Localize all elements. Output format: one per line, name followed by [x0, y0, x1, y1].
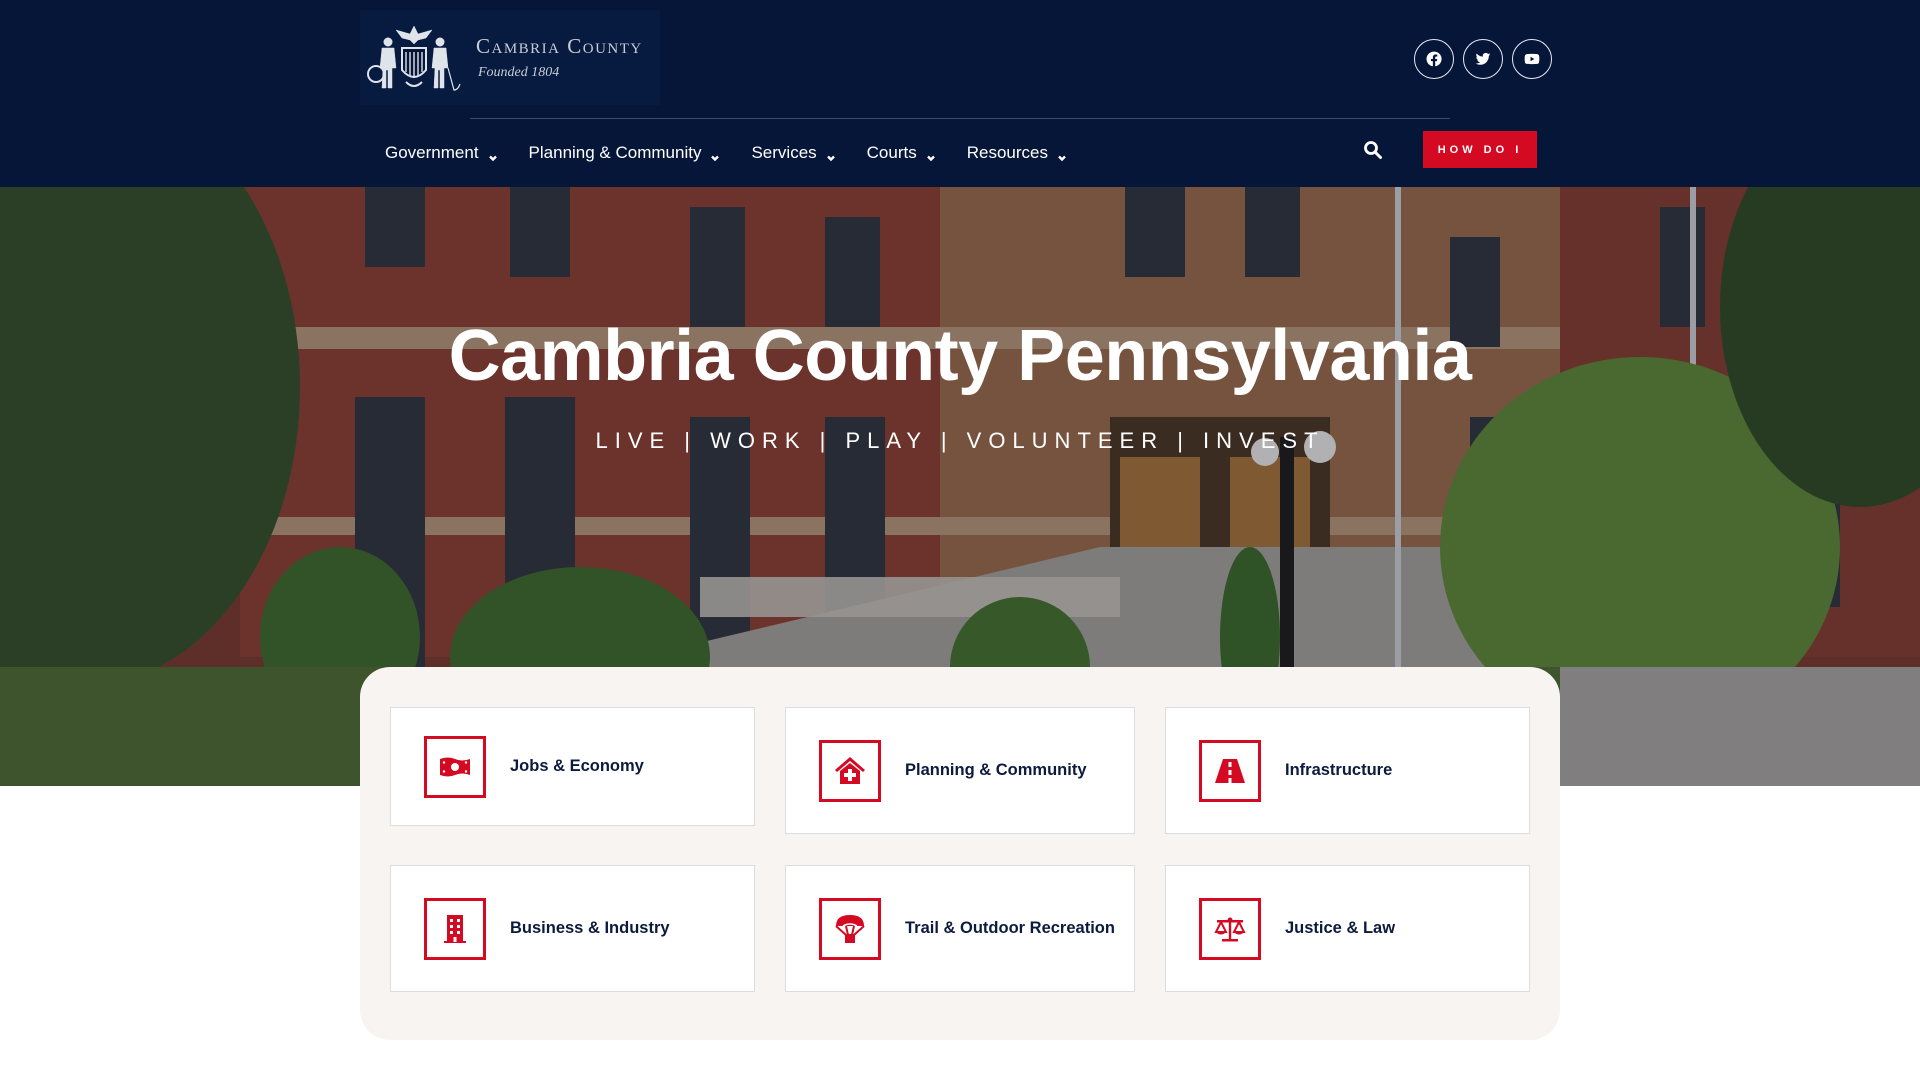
- nav-label: Services: [751, 143, 817, 162]
- twitter-icon: [1475, 52, 1491, 65]
- building-icon: [444, 914, 466, 943]
- category-card-trail-outdoor-recreation[interactable]: Trail & Outdoor Recreation: [785, 865, 1135, 992]
- icon-box: [424, 897, 486, 960]
- chevron-down-icon: [826, 148, 836, 162]
- balance-scale-icon: [1214, 917, 1246, 941]
- category-label: Infrastructure: [1285, 761, 1393, 779]
- icon-box: [819, 897, 881, 960]
- hero-subtitle: LIVE | WORK | PLAY | VOLUNTEER | INVEST: [595, 428, 1325, 453]
- twitter-link[interactable]: [1463, 39, 1503, 79]
- youtube-icon: [1524, 53, 1540, 65]
- nav-label: Resources: [966, 143, 1048, 162]
- chevron-down-icon: [488, 148, 498, 162]
- logo-tagline: Founded 1804: [478, 65, 560, 80]
- chevron-down-icon: [710, 148, 720, 162]
- category-card-infrastructure[interactable]: Infrastructure: [1165, 707, 1530, 834]
- category-label: Justice & Law: [1285, 919, 1396, 937]
- icon-box: [424, 735, 486, 798]
- facebook-icon: [1426, 51, 1442, 67]
- category-label: Jobs & Economy: [510, 757, 644, 775]
- main-nav: Government Planning & Community Services…: [385, 141, 1098, 165]
- category-card-justice-law[interactable]: Justice & Law: [1165, 865, 1530, 992]
- nav-item-courts[interactable]: Courts: [867, 143, 936, 163]
- icon-box: [1199, 739, 1261, 802]
- category-label: Trail & Outdoor Recreation: [905, 919, 1115, 937]
- nav-item-services[interactable]: Services: [751, 143, 835, 163]
- header-divider: [470, 118, 1450, 119]
- how-do-i-button[interactable]: HOW DO I: [1423, 131, 1537, 168]
- category-label: Planning & Community: [905, 761, 1087, 779]
- facebook-link[interactable]: [1414, 39, 1454, 79]
- category-panel: Jobs & Economy Planning & Community Infr…: [360, 667, 1560, 1040]
- search-button[interactable]: [1363, 140, 1385, 162]
- search-icon: [1364, 141, 1382, 159]
- nav-label: Courts: [866, 143, 917, 162]
- chevron-down-icon: [1057, 148, 1067, 162]
- chevron-down-icon: [926, 148, 936, 162]
- nav-item-planning-community[interactable]: Planning & Community: [529, 143, 721, 163]
- county-seal-icon: [367, 24, 461, 91]
- category-card-jobs-economy[interactable]: Jobs & Economy: [390, 707, 755, 826]
- site-logo[interactable]: Cambria County Founded 1804: [360, 10, 660, 105]
- money-bill-icon: [440, 757, 470, 776]
- youtube-link[interactable]: [1512, 39, 1552, 79]
- nav-label: Planning & Community: [528, 143, 702, 162]
- category-label: Business & Industry: [510, 919, 670, 937]
- site-header: Cambria County Founded 1804 Government P…: [0, 0, 1920, 187]
- icon-box: [819, 739, 881, 802]
- category-card-planning-community[interactable]: Planning & Community: [785, 707, 1135, 834]
- nav-item-government[interactable]: Government: [385, 143, 498, 163]
- house-medical-icon: [835, 756, 865, 784]
- nav-item-resources[interactable]: Resources: [967, 143, 1067, 163]
- hero-title: Cambria County Pennsylvania: [448, 316, 1472, 396]
- nav-label: Government: [385, 143, 479, 162]
- category-card-business-industry[interactable]: Business & Industry: [390, 865, 755, 992]
- road-icon: [1215, 758, 1245, 783]
- parachute-box-icon: [835, 914, 865, 943]
- logo-name: Cambria County: [476, 34, 643, 58]
- icon-box: [1199, 897, 1261, 960]
